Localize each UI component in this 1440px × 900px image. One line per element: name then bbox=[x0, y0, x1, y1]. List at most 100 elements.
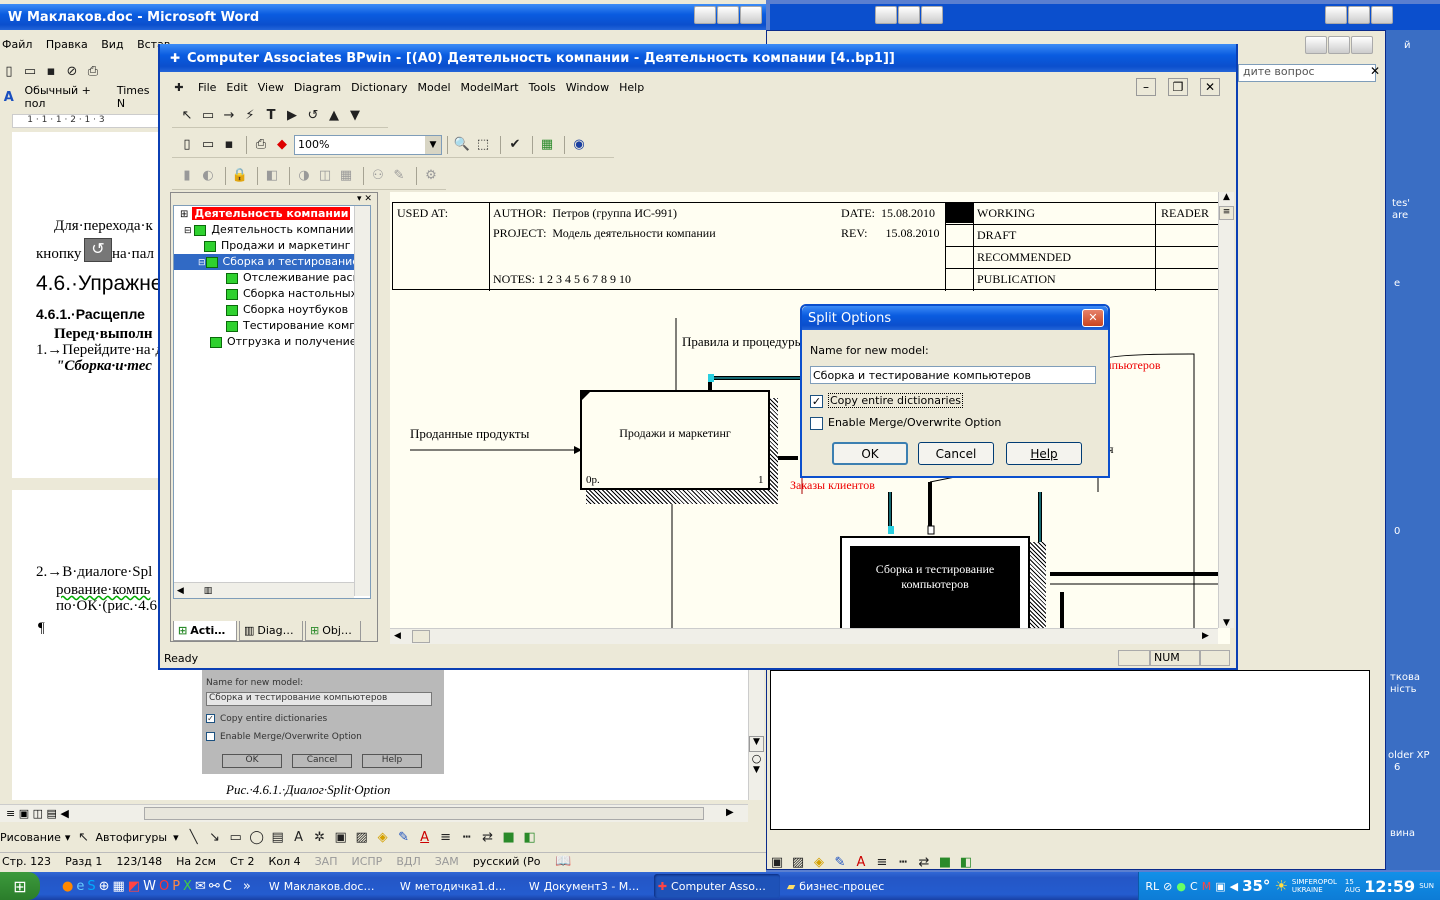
font-color-icon[interactable]: A bbox=[416, 828, 434, 846]
styles-icon[interactable]: A bbox=[0, 88, 18, 106]
tree-item[interactable]: Продажи и маркетинг bbox=[174, 238, 370, 254]
menu-edit[interactable]: Edit bbox=[226, 81, 247, 94]
color-icon[interactable]: ◆ bbox=[273, 136, 291, 154]
mdi-minimize-button[interactable]: – bbox=[1136, 78, 1156, 96]
ie-icon[interactable]: e bbox=[76, 879, 84, 894]
word-vscroll[interactable]: ▼ ○ ▼ bbox=[748, 670, 764, 800]
font-box[interactable]: Times N bbox=[117, 84, 160, 110]
tree-item[interactable]: Тестирование комп bbox=[174, 318, 370, 334]
menu-edit[interactable]: Правка bbox=[46, 38, 88, 51]
word-hscroll[interactable]: ≡ ▣ ◫ ▤ ◀ ▶ bbox=[0, 804, 748, 822]
print-icon[interactable]: ⎙ bbox=[252, 136, 270, 154]
menu-modelmart[interactable]: ModelMart bbox=[461, 81, 519, 94]
opera-icon[interactable]: O bbox=[159, 879, 169, 894]
menu-help[interactable]: Help bbox=[619, 81, 644, 94]
decompose-icon[interactable]: ▶ bbox=[283, 107, 301, 125]
permissions-icon[interactable]: ⊘ bbox=[63, 62, 81, 80]
arrow-style-icon[interactable]: ⇄ bbox=[479, 828, 497, 846]
chevron-down-icon[interactable]: ▼ bbox=[425, 135, 441, 154]
menu-window[interactable]: Window bbox=[566, 81, 609, 94]
mdi-close-button[interactable]: ✕ bbox=[1200, 78, 1220, 96]
activity-box-icon[interactable]: ▭ bbox=[199, 107, 217, 125]
dash-style-icon[interactable]: ┅ bbox=[458, 828, 476, 846]
picture-icon[interactable]: ▨ bbox=[789, 853, 807, 871]
mdi-restore-button[interactable]: ❐ bbox=[1168, 78, 1188, 96]
arrow-label-rules[interactable]: Правила и процедуры bbox=[682, 334, 803, 350]
fill-color-icon[interactable]: ◈ bbox=[810, 853, 828, 871]
wordart-icon[interactable]: A bbox=[290, 828, 308, 846]
line-color-icon[interactable]: ✎ bbox=[831, 853, 849, 871]
tree-item-selected[interactable]: ⊟ Сборка и тестирование bbox=[174, 254, 370, 270]
taskbar-item[interactable]: W Документ3 - М… bbox=[525, 874, 651, 898]
save-icon[interactable]: ▪ bbox=[42, 62, 60, 80]
tree-root[interactable]: ⊞ Деятельность компании bbox=[174, 206, 370, 222]
pointer-icon[interactable]: ↖ bbox=[178, 107, 196, 125]
menu-file[interactable]: File bbox=[198, 81, 216, 94]
shadow-icon[interactable]: ■ bbox=[936, 853, 954, 871]
new-icon[interactable]: ▯ bbox=[178, 136, 196, 154]
ok-button[interactable]: OK bbox=[832, 442, 908, 465]
menu-dictionary[interactable]: Dictionary bbox=[351, 81, 407, 94]
text-icon[interactable]: T bbox=[262, 107, 280, 125]
spelling-status-icon[interactable]: 📖 bbox=[555, 853, 573, 871]
close-icon[interactable]: ✕ bbox=[1370, 64, 1380, 78]
tray-icon[interactable]: ⊘ bbox=[1163, 880, 1172, 893]
tray-icon[interactable]: C bbox=[1190, 880, 1198, 893]
line-style-icon[interactable]: ≡ bbox=[873, 853, 891, 871]
arrow-label-orders[interactable]: Заказы клиентов bbox=[790, 478, 875, 493]
diagram-hscroll[interactable]: ◀ ▶ bbox=[390, 628, 1218, 644]
taskbar-item[interactable]: ▰ бизнес-процес bbox=[783, 874, 909, 898]
fill-color-icon[interactable]: ◈ bbox=[374, 828, 392, 846]
line-icon[interactable]: ╲ bbox=[185, 828, 203, 846]
open-icon[interactable]: ▭ bbox=[199, 136, 217, 154]
close-button[interactable] bbox=[740, 6, 762, 24]
tab-diagrams[interactable]: ▥ Diag… bbox=[239, 621, 303, 641]
more-icon[interactable]: » bbox=[243, 879, 251, 894]
diagram-icon[interactable]: ✲ bbox=[311, 828, 329, 846]
link-icon[interactable]: ⚯ bbox=[209, 879, 220, 894]
menu-view[interactable]: View bbox=[258, 81, 284, 94]
search-question-box[interactable]: дите вопрос bbox=[1238, 64, 1376, 82]
clock-time[interactable]: 12:59 bbox=[1364, 877, 1415, 896]
squiggle-icon[interactable]: ⚡ bbox=[241, 107, 259, 125]
taskbar-item-active[interactable]: ✚ Computer Asso… bbox=[653, 874, 780, 898]
cancel-button[interactable]: Cancel bbox=[918, 442, 994, 465]
network-icon[interactable]: ⊕ bbox=[99, 879, 110, 894]
help-button[interactable]: Help bbox=[1006, 442, 1082, 465]
clipart-icon[interactable]: ▣ bbox=[332, 828, 350, 846]
skype-icon[interactable]: S bbox=[87, 879, 95, 894]
tray-icon[interactable]: ● bbox=[1176, 880, 1186, 893]
powerpoint-icon[interactable]: P bbox=[172, 879, 180, 894]
minimize-button[interactable] bbox=[694, 6, 716, 24]
textbox-icon[interactable]: ▤ bbox=[269, 828, 287, 846]
print-icon[interactable]: ⎙ bbox=[84, 62, 102, 80]
c-icon[interactable]: C bbox=[223, 879, 232, 894]
arrow-label-computers[interactable]: мпьютеров bbox=[1104, 358, 1161, 373]
acrobat-icon[interactable]: ◩ bbox=[128, 879, 140, 894]
autoshapes-menu[interactable]: Автофигуры bbox=[95, 831, 167, 844]
tree-vscroll[interactable] bbox=[354, 206, 370, 596]
taskbar-item[interactable]: W Маклаков.doc… bbox=[265, 874, 393, 898]
language-indicator[interactable]: RL bbox=[1145, 880, 1159, 893]
dash-style-icon[interactable]: ┅ bbox=[894, 853, 912, 871]
go-parent-icon[interactable]: ▲ bbox=[325, 107, 343, 125]
arrow-style-icon[interactable]: ⇄ bbox=[915, 853, 933, 871]
word-quick-icon[interactable]: W bbox=[143, 879, 156, 894]
save-icon[interactable]: ▪ bbox=[220, 136, 238, 154]
line-color-icon[interactable]: ✎ bbox=[395, 828, 413, 846]
new-icon[interactable]: ▯ bbox=[0, 62, 18, 80]
3d-icon[interactable]: ◧ bbox=[521, 828, 539, 846]
menu-tools[interactable]: Tools bbox=[529, 81, 556, 94]
menu-view[interactable]: Вид bbox=[101, 38, 123, 51]
arrow-label-sold-products[interactable]: Проданные продукты bbox=[410, 426, 529, 442]
style-box[interactable]: Обычный + пол bbox=[25, 84, 113, 110]
tree-item[interactable]: Сборка настольных bbox=[174, 286, 370, 302]
menu-diagram[interactable]: Diagram bbox=[294, 81, 341, 94]
menu-file[interactable]: Файл bbox=[2, 38, 32, 51]
tab-objects[interactable]: ⊞ Obj… bbox=[305, 621, 361, 641]
tree-item[interactable]: Отгрузка и получение bbox=[174, 334, 370, 350]
model-name-input[interactable] bbox=[810, 366, 1096, 384]
tree-item[interactable]: Сборка ноутбуков bbox=[174, 302, 370, 318]
shadow-icon[interactable]: ■ bbox=[500, 828, 518, 846]
tree-hscroll[interactable]: ◀ ▥ bbox=[174, 582, 354, 598]
